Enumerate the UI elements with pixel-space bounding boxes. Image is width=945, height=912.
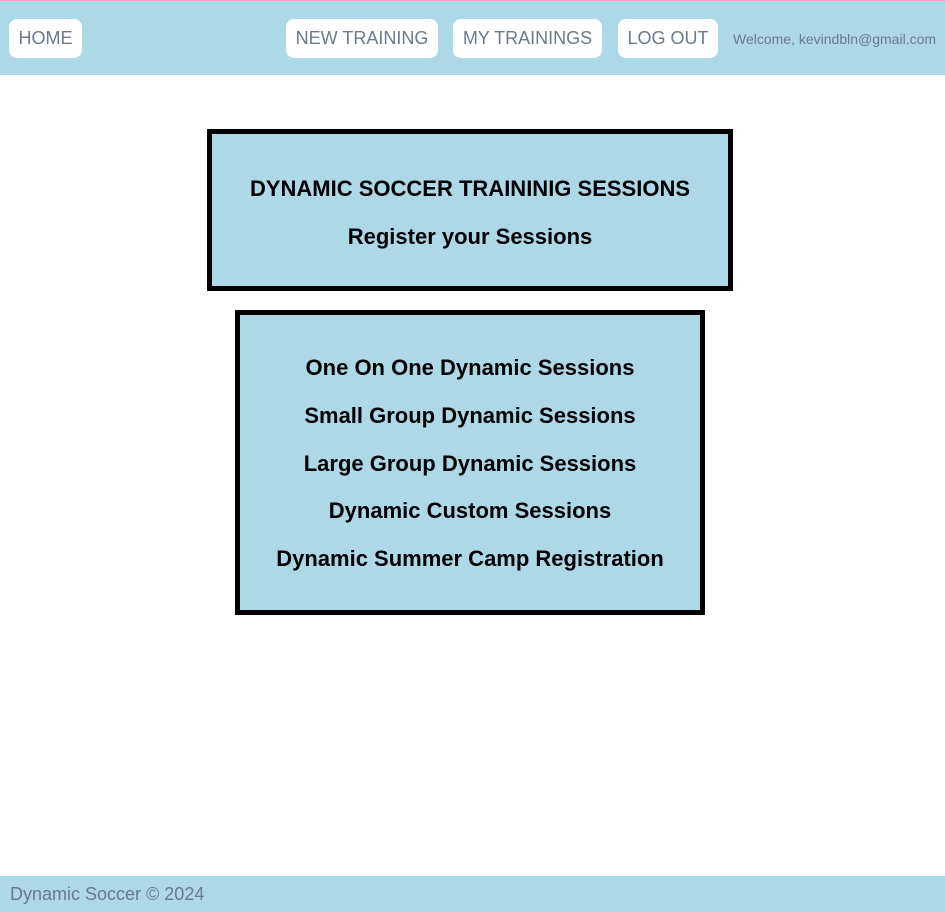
log-out-button[interactable]: LOG OUT	[618, 19, 718, 58]
footer: Dynamic Soccer © 2024	[0, 876, 945, 912]
session-one-on-one-link[interactable]: One On One Dynamic Sessions	[240, 355, 700, 381]
session-summer-camp-link[interactable]: Dynamic Summer Camp Registration	[240, 546, 700, 572]
header-box: DYNAMIC SOCCER TRAININIG SESSIONS Regist…	[207, 129, 733, 291]
welcome-message: Welcome, kevindbln@gmail.com	[733, 31, 937, 47]
session-custom-link[interactable]: Dynamic Custom Sessions	[240, 498, 700, 524]
session-small-group-link[interactable]: Small Group Dynamic Sessions	[240, 403, 700, 429]
page: HOME NEW TRAINING MY TRAININGS LOG OUT W…	[0, 0, 945, 912]
page-title: DYNAMIC SOCCER TRAININIG SESSIONS	[249, 176, 691, 201]
new-training-button[interactable]: NEW TRAINING	[286, 19, 438, 58]
footer-copyright: Dynamic Soccer © 2024	[10, 884, 205, 904]
page-subtitle: Register your Sessions	[347, 224, 593, 249]
sessions-box: One On One Dynamic Sessions Small Group …	[235, 310, 705, 615]
home-button[interactable]: HOME	[9, 19, 82, 58]
top-nav-bar: HOME NEW TRAINING MY TRAININGS LOG OUT W…	[0, 0, 945, 75]
session-large-group-link[interactable]: Large Group Dynamic Sessions	[240, 451, 700, 477]
my-trainings-button[interactable]: MY TRAININGS	[453, 19, 602, 58]
